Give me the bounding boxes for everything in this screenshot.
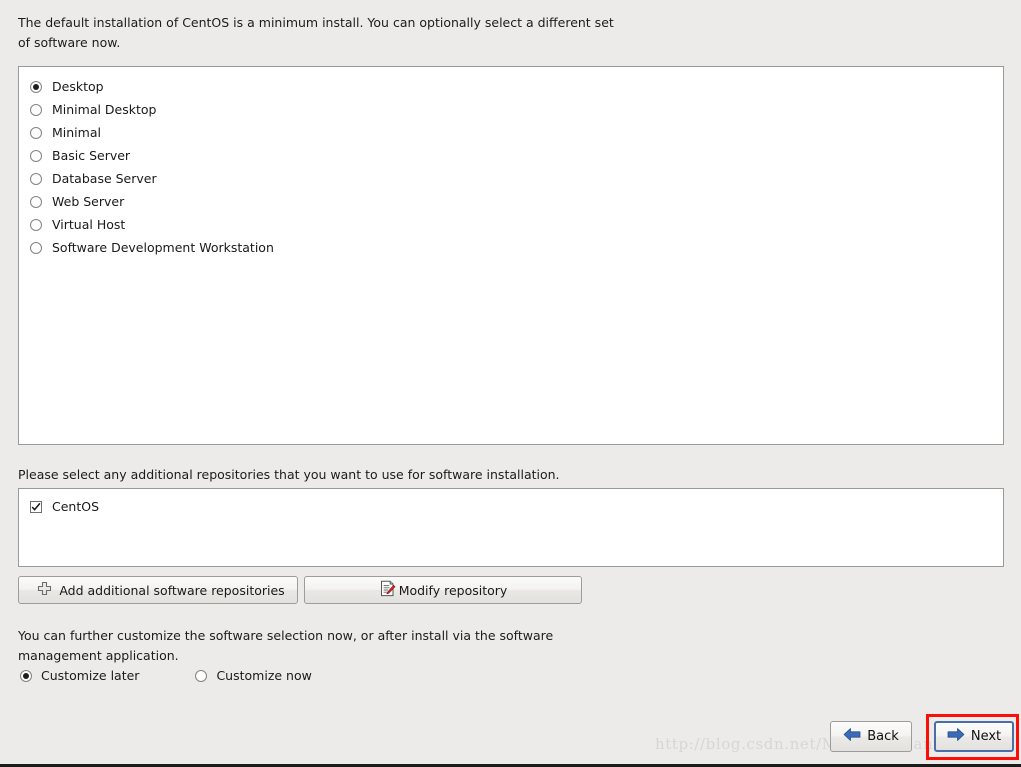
plus-icon (37, 581, 52, 599)
radio-icon[interactable] (30, 241, 42, 254)
repositories-label: Please select any additional repositorie… (18, 467, 560, 482)
document-edit-icon (379, 580, 396, 600)
customize-option-label: Customize now (216, 668, 312, 683)
software-option-label: Minimal Desktop (52, 102, 157, 117)
customize-radio-group[interactable]: Customize later Customize now (20, 668, 312, 683)
modify-repository-button[interactable]: Modify repository (304, 576, 582, 604)
software-option-label: Software Development Workstation (52, 240, 274, 255)
customize-label: You can further customize the software s… (18, 628, 554, 664)
radio-icon[interactable] (30, 218, 42, 231)
radio-icon[interactable] (30, 172, 42, 185)
software-option-desktop[interactable]: Desktop (19, 75, 1003, 98)
checkbox-icon[interactable] (30, 500, 42, 513)
software-option-label: Virtual Host (52, 217, 126, 232)
customize-option-label: Customize later (41, 668, 140, 683)
software-option-label: Web Server (52, 194, 125, 209)
radio-icon[interactable] (30, 195, 42, 208)
next-button[interactable]: Next (934, 721, 1014, 752)
back-button[interactable]: Back (830, 721, 912, 752)
repositories-listbox[interactable]: CentOS (18, 488, 1004, 567)
next-button-label: Next (970, 729, 1002, 744)
radio-icon[interactable] (30, 126, 42, 139)
radio-icon[interactable] (30, 80, 42, 93)
software-option-basic-server[interactable]: Basic Server (19, 144, 1003, 167)
repository-item-label: CentOS (52, 499, 100, 514)
software-option-database-server[interactable]: Database Server (19, 167, 1003, 190)
software-option-label: Minimal (52, 125, 101, 140)
radio-icon[interactable] (195, 669, 208, 682)
add-software-repositories-button[interactable]: Add additional software repositories (18, 576, 298, 604)
software-option-label: Desktop (52, 79, 104, 94)
software-option-software-development-workstation[interactable]: Software Development Workstation (19, 236, 1003, 259)
repository-item-centos[interactable]: CentOS (19, 495, 1003, 518)
back-button-label: Back (867, 729, 899, 744)
customize-option-later[interactable]: Customize later (20, 668, 139, 683)
software-option-label: Database Server (52, 171, 157, 186)
software-option-minimal[interactable]: Minimal (19, 121, 1003, 144)
arrow-left-icon (843, 727, 861, 746)
radio-icon[interactable] (30, 103, 42, 116)
customize-option-now[interactable]: Customize now (195, 668, 312, 683)
software-selection-listbox[interactable]: Desktop Minimal Desktop Minimal Basic Se… (18, 66, 1004, 445)
add-software-repositories-label: Add additional software repositories (59, 582, 285, 598)
software-option-web-server[interactable]: Web Server (19, 190, 1003, 213)
software-option-virtual-host[interactable]: Virtual Host (19, 213, 1003, 236)
modify-repository-label: Modify repository (398, 582, 508, 598)
intro-text: The default installation of CentOS is a … (18, 15, 614, 51)
software-option-minimal-desktop[interactable]: Minimal Desktop (19, 98, 1003, 121)
software-option-label: Basic Server (52, 148, 131, 163)
arrow-right-icon (947, 727, 965, 746)
radio-icon[interactable] (30, 149, 42, 162)
radio-icon[interactable] (20, 669, 32, 682)
